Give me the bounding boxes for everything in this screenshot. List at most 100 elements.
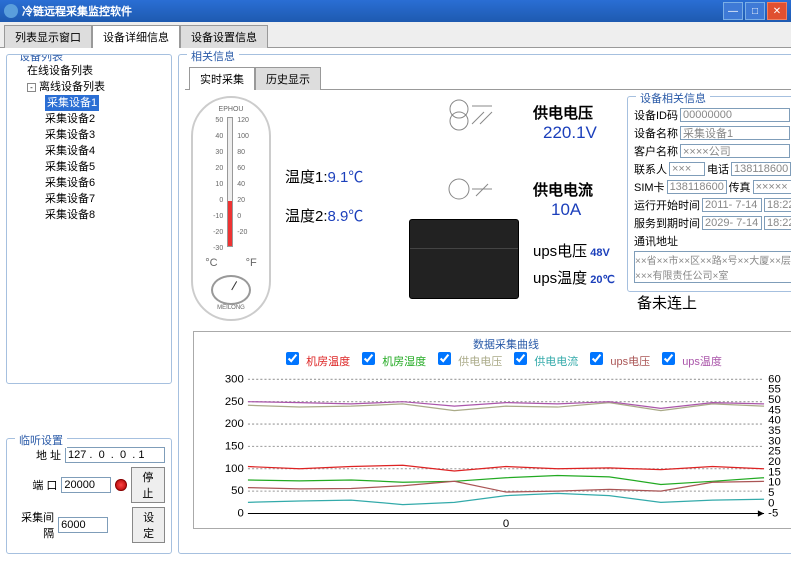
ups-t-label: ups温度 [533,270,587,287]
svg-text:50: 50 [768,394,781,406]
end-time-input[interactable] [764,216,791,230]
commaddr-input[interactable]: ××省××市××区××路×号××大厦××层 ×××有限责任公司×室 [634,251,791,283]
svg-text:40: 40 [768,415,781,427]
close-button[interactable]: ✕ [767,2,787,20]
svg-text:0: 0 [237,508,243,520]
start-time-input[interactable] [764,198,791,212]
chart-title: 数据采集曲线 [198,336,791,352]
svg-text:20: 20 [768,456,781,468]
tree-item[interactable]: 采集设备7 [13,191,165,207]
svg-text:30: 30 [768,435,781,447]
tree-item[interactable]: 采集设备4 [13,143,165,159]
svg-text:150: 150 [225,441,244,453]
svg-text:25: 25 [768,446,781,458]
maximize-button[interactable]: □ [745,2,765,20]
addr-input[interactable] [65,447,165,463]
port-label: 端 口 [13,477,57,493]
tab-list-window[interactable]: 列表显示窗口 [4,25,92,48]
fax-input[interactable] [753,180,791,194]
sim-label: SIM卡 [634,179,665,195]
sim-input[interactable] [667,180,727,194]
chart-plot: 050100150200250300-505101520253035404550… [198,369,791,529]
svg-text:55: 55 [768,384,781,396]
stop-button[interactable]: 停止 [131,467,165,503]
svg-text:250: 250 [225,396,244,408]
tree-item[interactable]: 采集设备2 [13,111,165,127]
temp1-label: 温度1: [285,169,328,186]
start-label: 运行开始时间 [634,197,700,213]
legend-checkbox[interactable] [286,352,299,365]
ups-image [409,219,519,299]
port-input[interactable] [61,477,111,493]
svg-text:10: 10 [768,477,781,489]
tree-item[interactable]: 采集设备1 [13,95,165,111]
addr-label: 地 址 [13,447,61,463]
tab-device-settings[interactable]: 设备设置信息 [180,25,268,48]
contact-input[interactable] [669,162,705,176]
svg-text:-5: -5 [768,508,778,520]
chart: 数据采集曲线 机房温度 机房湿度 供电电压 供电电流 ups电压 ups温度 0… [193,331,791,529]
collapse-icon[interactable]: - [27,83,36,92]
supply-v-value: 220.1V [543,123,623,143]
svg-text:5: 5 [768,487,774,499]
title-bar: 冷链远程采集监控软件 — □ ✕ [0,0,791,22]
svg-text:200: 200 [225,418,244,430]
chart-legend: 机房温度 机房湿度 供电电压 供电电流 ups电压 ups温度 [198,352,791,369]
svg-text:300: 300 [225,373,244,385]
device-list-group: 设备列表 在线设备列表 -离线设备列表 采集设备1 采集设备2 采集设备3 采集… [6,54,172,384]
tree-item[interactable]: 采集设备8 [13,207,165,223]
legend-checkbox[interactable] [438,352,451,365]
tree-online[interactable]: 在线设备列表 [13,63,165,79]
legend-checkbox[interactable] [662,352,675,365]
id-label: 设备ID码 [634,107,678,123]
device-list-title: 设备列表 [15,54,67,64]
supply-a-label: 供电电流 [533,179,623,200]
set-button[interactable]: 设定 [132,507,165,543]
cust-label: 客户名称 [634,143,678,159]
legend-checkbox[interactable] [590,352,603,365]
legend-checkbox[interactable] [362,352,375,365]
related-title: 相关信息 [187,48,239,64]
svg-text:15: 15 [768,466,781,478]
listen-title: 临听设置 [15,432,67,448]
main-tabs: 列表显示窗口 设备详细信息 设备设置信息 [0,22,791,48]
minimize-button[interactable]: — [723,2,743,20]
status-light-icon [115,479,126,491]
tree-item[interactable]: 采集设备6 [13,175,165,191]
tree-offline[interactable]: -离线设备列表 [13,79,165,95]
window-title: 冷链远程采集监控软件 [22,3,723,19]
start-date-input[interactable] [702,198,762,212]
id-input[interactable] [680,108,790,122]
tree-item[interactable]: 采集设备3 [13,127,165,143]
temp2-value: 8.9℃ [328,208,364,225]
svg-text:45: 45 [768,404,781,416]
name-input[interactable] [680,126,790,140]
devinfo-title: 设备相关信息 [636,90,710,106]
svg-text:50: 50 [231,485,244,497]
tab-realtime[interactable]: 实时采集 [189,67,255,90]
temp2-label: 温度2: [285,208,328,225]
svg-text:100: 100 [225,463,244,475]
cust-input[interactable] [680,144,790,158]
commaddr-label: 通讯地址 [634,233,678,249]
supply-v-label: 供电电压 [533,102,623,123]
connection-status: 备未连上 [637,292,791,313]
fax-label: 传真 [729,179,751,195]
svg-text:0: 0 [503,518,509,529]
device-info-group: 设备相关信息 设备ID码 设备名称 客户名称 联系人电话 SIM卡传真 运行开始… [627,96,791,292]
tree-item[interactable]: 采集设备5 [13,159,165,175]
voltage-symbol-icon [409,96,529,144]
related-info-group: 相关信息 实时采集 历史显示 EPHOU 50403020100-10-20-3… [178,54,791,554]
interval-input[interactable] [58,517,108,533]
legend-checkbox[interactable] [514,352,527,365]
svg-text:60: 60 [768,373,781,385]
current-symbol-icon [409,174,529,212]
tab-history[interactable]: 历史显示 [255,67,321,90]
svg-text:35: 35 [768,425,781,437]
phone-input[interactable] [731,162,791,176]
contact-label: 联系人 [634,161,667,177]
temp1-value: 9.1℃ [328,169,364,186]
end-date-input[interactable] [702,216,762,230]
thermometer-gauge: EPHOU 50403020100-10-20-30 1201008060402… [191,96,271,321]
tab-device-detail[interactable]: 设备详细信息 [92,25,180,48]
